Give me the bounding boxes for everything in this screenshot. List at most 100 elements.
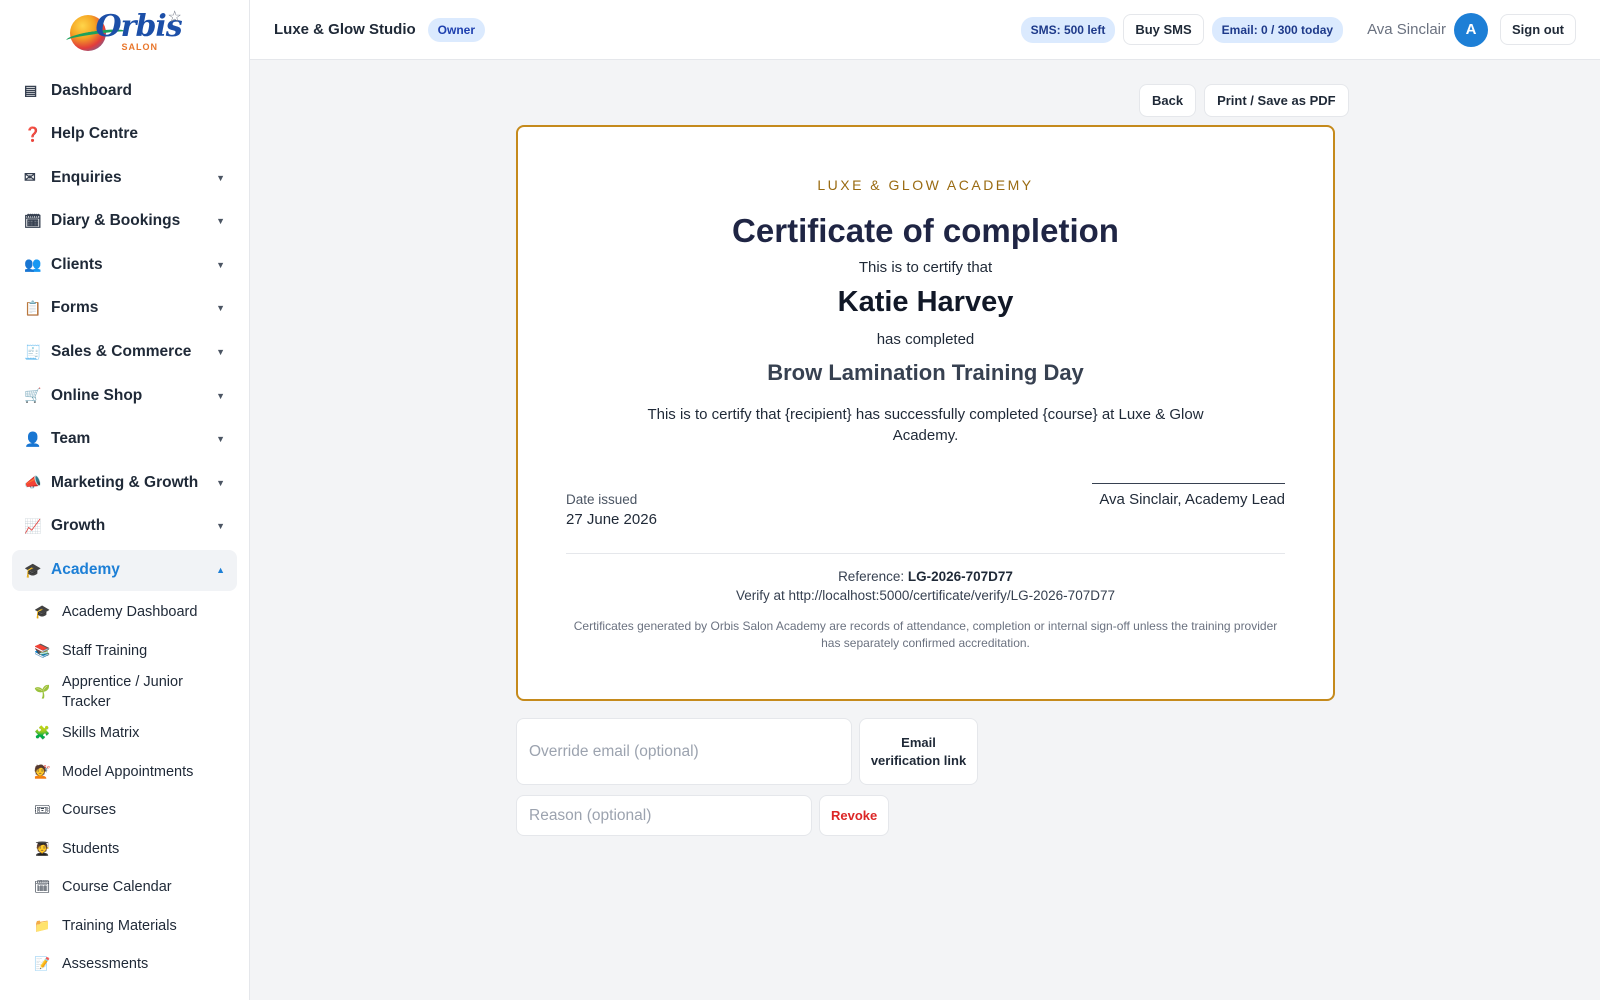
- back-button[interactable]: Back: [1139, 84, 1197, 117]
- submenu-item-students[interactable]: 🧑‍🎓 Students: [34, 830, 237, 869]
- calendar-icon: 🗓: [24, 212, 42, 229]
- sidebar-item-label: Enquiries: [51, 168, 122, 186]
- course-name: Brow Lamination Training Day: [767, 360, 1084, 385]
- sidebar-item-help-centre[interactable]: ❓ Help Centre: [12, 114, 237, 155]
- chart-icon: 📈: [24, 517, 42, 534]
- submenu-item-label: Skills Matrix: [62, 725, 140, 742]
- sidebar-item-label: Diary & Bookings: [51, 212, 181, 230]
- role-badge: Owner: [427, 17, 486, 42]
- submenu-item-academy-dashboard[interactable]: 🎓 Academy Dashboard: [34, 593, 237, 632]
- recipient-name: Katie Harvey: [837, 286, 1014, 318]
- revoke-button[interactable]: Revoke: [819, 795, 890, 836]
- sidebar-item-online-shop[interactable]: 🛒 Online Shop ▼: [12, 375, 237, 416]
- sidebar-item-marketing-growth[interactable]: 📣 Marketing & Growth ▼: [12, 462, 237, 503]
- divider: [566, 553, 1285, 554]
- disclaimer: Certificates generated by Orbis Salon Ac…: [573, 619, 1278, 650]
- chevron-icon: ▼: [216, 216, 225, 227]
- submenu-item-skills-matrix[interactable]: 🧩 Skills Matrix: [34, 714, 237, 753]
- email-form: Override email (optional) Email verifica…: [516, 718, 978, 785]
- certificate-title: Certificate of completion: [732, 212, 1119, 249]
- signatory: Ava Sinclair, Academy Lead: [1092, 483, 1285, 528]
- date-issued: 27 June 2026: [566, 511, 657, 528]
- sign-out-button[interactable]: Sign out: [1500, 14, 1576, 45]
- verify-url: Verify at http://localhost:5000/certific…: [736, 588, 1115, 603]
- receipt-icon: 🧾: [24, 343, 42, 360]
- revoke-reason-input[interactable]: Reason (optional): [516, 795, 812, 836]
- submenu-item-apprentice-junior-tracker[interactable]: 🌱 Apprentice / Junior Tracker: [34, 670, 237, 714]
- submenu-item-label: Academy Dashboard: [62, 604, 198, 621]
- chevron-icon: ▼: [216, 477, 225, 488]
- sidebar-item-dashboard[interactable]: ▤ Dashboard: [12, 70, 237, 111]
- people-icon: 👥: [24, 256, 42, 273]
- submenu-item-courses[interactable]: 🎟 Courses: [34, 791, 237, 830]
- override-email-input[interactable]: Override email (optional): [516, 718, 852, 785]
- print-save-pdf-button[interactable]: Print / Save as PDF: [1204, 84, 1349, 117]
- submenu-item-staff-training[interactable]: 📚 Staff Training: [34, 632, 237, 671]
- chevron-icon: ▼: [216, 303, 225, 314]
- books-icon: 📚: [34, 642, 51, 658]
- sidebar-item-academy[interactable]: 🎓 Academy ▲: [12, 549, 237, 591]
- submenu-item-course-calendar[interactable]: 🗓 Course Calendar: [34, 868, 237, 907]
- chevron-icon: ▲: [216, 565, 225, 576]
- sidebar-item-sales-commerce[interactable]: 🧾 Sales & Commerce ▼: [12, 332, 237, 373]
- submenu-item-label: Students: [62, 840, 120, 857]
- signature-row: Date issued 27 June 2026 Ava Sinclair, A…: [566, 483, 1285, 528]
- academy-name: LUXE & GLOW ACADEMY: [817, 177, 1034, 193]
- sidebar-item-forms[interactable]: 📋 Forms ▼: [12, 288, 237, 329]
- reference-label: Reference:: [838, 569, 905, 584]
- sidebar: Orbis SALON ☆ ▤ Dashboard ❓ Help Centre ✉ Enq…: [0, 0, 250, 1000]
- submenu-item-label: Course Calendar: [62, 879, 172, 896]
- submenu-item-training-materials[interactable]: 📁 Training Materials: [34, 907, 237, 946]
- certificate-actions: Back Print / Save as PDF: [1131, 84, 1349, 117]
- ticket-icon: 🎟: [34, 802, 51, 818]
- chevron-icon: ▼: [216, 259, 225, 270]
- sidebar-item-label: Online Shop: [51, 386, 143, 404]
- sidebar-item-label: Forms: [51, 299, 99, 317]
- sidebar-item-clients[interactable]: 👥 Clients ▼: [12, 244, 237, 285]
- submenu-item-label: Model Appointments: [62, 763, 194, 780]
- top-bar: Luxe & Glow Studio Owner SMS: 500 left B…: [250, 0, 1600, 60]
- sidebar-item-label: Team: [51, 430, 91, 448]
- submenu-item-assessments[interactable]: 📝 Assessments: [34, 945, 237, 984]
- certify-line: This is to certify that: [858, 259, 993, 276]
- reference-line: Reference: LG-2026-707D77: [518, 569, 1333, 584]
- sidebar-item-diary-bookings[interactable]: 🗓 Diary & Bookings ▼: [12, 201, 237, 242]
- graduation-cap-icon: 🎓: [34, 604, 51, 620]
- sidebar-item-label: Clients: [51, 255, 103, 273]
- academy-submenu: 🎓 Academy Dashboard 📚 Staff Training 🌱 Appren…: [12, 593, 237, 984]
- sidebar-item-growth[interactable]: 📈 Growth ▼: [12, 506, 237, 547]
- submenu-item-label: Apprentice / Junior Tracker: [62, 674, 183, 711]
- sidebar-item-enquiries[interactable]: ✉ Enquiries ▼: [12, 157, 237, 198]
- sidebar-nav: ▤ Dashboard ❓ Help Centre ✉ Enquiries ▼ 🗓 Diary …: [0, 62, 249, 984]
- cart-icon: 🛒: [24, 387, 42, 404]
- sidebar-item-team[interactable]: 👤 Team ▼: [12, 419, 237, 460]
- puzzle-icon: 🧩: [34, 725, 51, 741]
- person-icon: 👤: [24, 430, 42, 447]
- certificate-body: This is to certify that {recipient} has …: [647, 406, 1204, 444]
- logo[interactable]: Orbis SALON ☆: [0, 0, 249, 62]
- submenu-item-label: Assessments: [62, 956, 149, 973]
- sidebar-item-label: Dashboard: [51, 81, 132, 99]
- chevron-icon: ▼: [216, 347, 225, 358]
- reference-code: LG-2026-707D77: [907, 569, 1013, 584]
- chevron-icon: ▼: [216, 390, 225, 401]
- haircut-icon: 💇: [34, 763, 51, 779]
- sidebar-item-label: Sales & Commerce: [51, 343, 192, 361]
- submenu-item-label: Staff Training: [62, 642, 148, 659]
- student-icon: 🧑‍🎓: [34, 840, 51, 856]
- help-icon: ❓: [24, 125, 42, 142]
- issue-date-block: Date issued 27 June 2026: [566, 483, 657, 528]
- sidebar-item-label: Growth: [51, 517, 106, 535]
- envelope-icon: ✉: [24, 169, 36, 186]
- chevron-icon: ▼: [216, 172, 225, 183]
- memo-icon: 📝: [34, 956, 51, 972]
- email-verification-link-button[interactable]: Email verification link: [859, 718, 978, 785]
- avatar[interactable]: A: [1454, 12, 1488, 47]
- buy-sms-button[interactable]: Buy SMS: [1123, 14, 1204, 45]
- submenu-item-label: Courses: [62, 802, 116, 819]
- chevron-icon: ▼: [216, 434, 225, 445]
- sidebar-item-label: Academy: [51, 561, 120, 579]
- revoke-form: Reason (optional) Revoke: [516, 795, 890, 836]
- sms-balance-badge: SMS: 500 left: [1020, 16, 1116, 43]
- submenu-item-model-appointments[interactable]: 💇 Model Appointments: [34, 753, 237, 792]
